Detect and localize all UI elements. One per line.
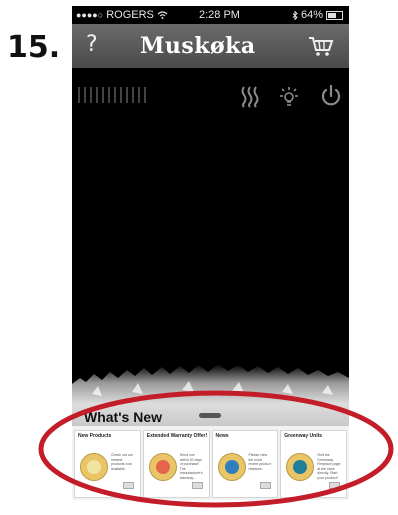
wifi-icon [157,11,168,19]
heat-icon[interactable] [238,84,262,108]
signal-strength-icon: ●●●●○ [76,10,104,20]
navigation-bar: ? Muskøka [72,24,349,68]
carrier-name: ROGERS [106,9,154,21]
power-icon[interactable] [319,84,343,108]
battery-icon [326,10,343,20]
status-time: 2:28 PM [199,9,240,21]
help-button[interactable]: ? [86,32,98,57]
step-number-label: 15. [7,30,61,65]
brand-logo: Muskøka [140,33,256,59]
status-bar: ●●●●○ ROGERS 2:28 PM 64% [72,6,349,24]
battery-percent: 64% [300,9,323,21]
grip-handle-icon[interactable] [76,85,152,105]
shopping-cart-icon[interactable] [308,35,334,57]
annotation-ring [38,390,394,508]
bluetooth-icon [292,10,298,20]
light-icon[interactable] [277,84,301,108]
